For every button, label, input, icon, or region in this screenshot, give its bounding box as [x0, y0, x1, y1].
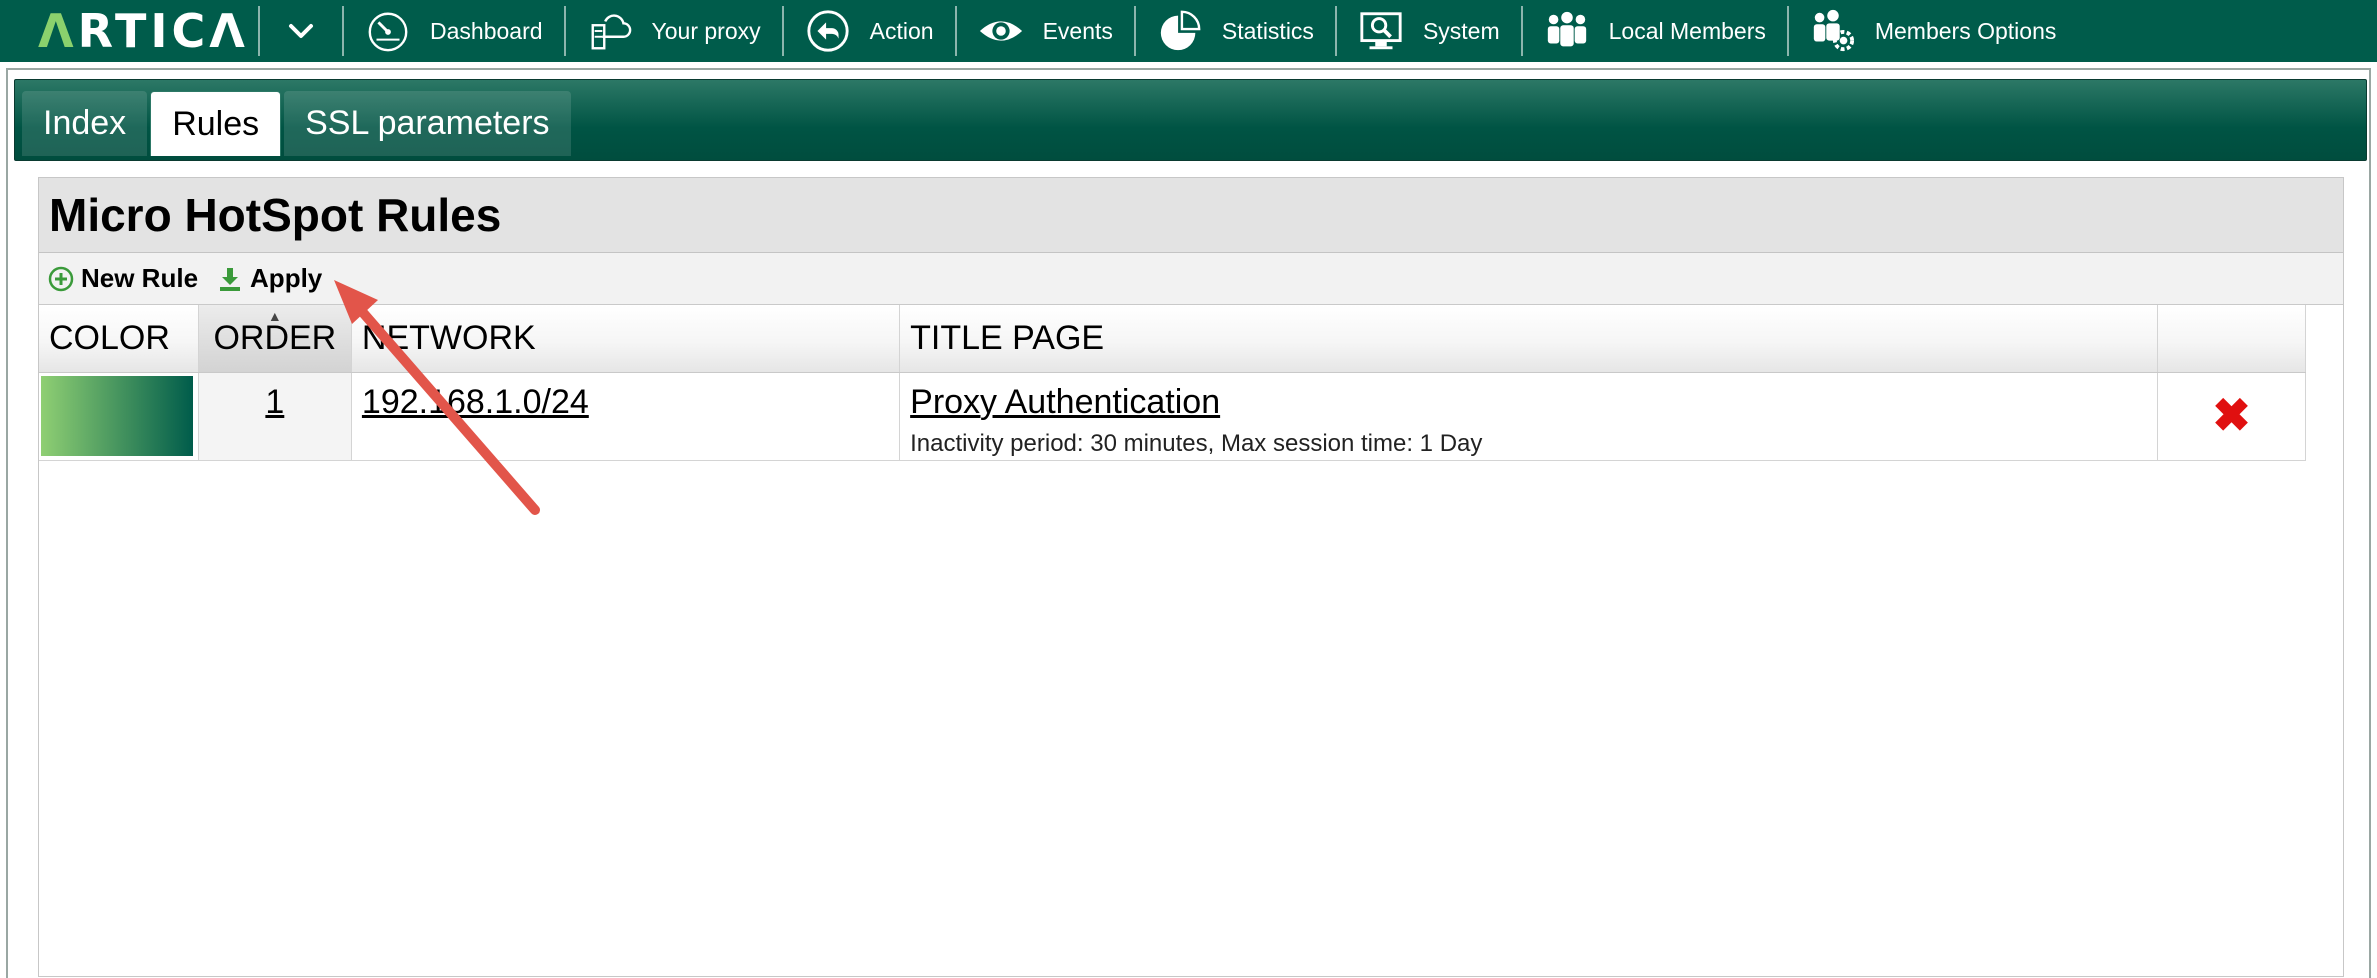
pie-chart-icon	[1156, 7, 1204, 55]
divider	[1133, 6, 1136, 56]
rules-toolbar: New Rule Apply	[39, 253, 2343, 305]
nav-members-options[interactable]: Members Options	[1789, 0, 2078, 62]
back-arrow-icon	[804, 7, 852, 55]
table-row: 1 192.168.1.0/24 Proxy Authentication In…	[39, 372, 2307, 461]
logo-text: ΛRTICΛ	[38, 4, 249, 58]
nav-your-proxy[interactable]: Your proxy	[566, 0, 782, 62]
sort-ascending-icon: ▲	[267, 308, 282, 324]
download-icon	[216, 265, 244, 293]
tab-rules[interactable]: Rules	[150, 91, 282, 156]
top-navigation-bar: ΛRTICΛ Dashboard Your proxy Action Event…	[0, 0, 2377, 62]
tab-index[interactable]: Index	[22, 91, 148, 156]
nav-system[interactable]: System	[1337, 0, 1521, 62]
tabs-bar: Index Rules SSL parameters	[14, 79, 2367, 161]
delete-x-icon[interactable]: ✖	[2212, 389, 2251, 441]
column-header-color[interactable]: COLOR	[39, 305, 199, 373]
tab-ssl-parameters[interactable]: SSL parameters	[284, 91, 571, 156]
delete-cell: ✖	[2157, 372, 2307, 461]
divider	[781, 6, 784, 56]
chevron-down-icon	[289, 24, 313, 38]
artica-logo[interactable]: ΛRTICΛ	[0, 0, 258, 62]
users-gear-icon	[1809, 7, 1857, 55]
divider	[342, 6, 344, 56]
divider	[563, 6, 566, 56]
column-header-order[interactable]: ▲ ORDER	[198, 305, 352, 373]
table-header-row: COLOR ▲ ORDER NETWORK TITLE PAGE	[39, 305, 2307, 373]
new-rule-button[interactable]: New Rule	[47, 263, 198, 294]
speedometer-icon	[364, 7, 412, 55]
divider	[954, 6, 957, 56]
divider	[258, 6, 260, 56]
page-title: Micro HotSpot Rules	[39, 178, 2343, 253]
title-page-cell: Proxy Authentication Inactivity period: …	[899, 372, 2158, 461]
users-icon	[1543, 7, 1591, 55]
monitor-search-icon	[1357, 7, 1405, 55]
add-circle-icon	[47, 265, 75, 293]
nav-dashboard[interactable]: Dashboard	[344, 0, 564, 62]
apply-button[interactable]: Apply	[216, 263, 322, 294]
rule-network-link[interactable]: 192.168.1.0/24	[362, 383, 589, 421]
divider	[1334, 6, 1337, 56]
rule-color-swatch	[41, 375, 193, 456]
eye-icon	[977, 7, 1025, 55]
order-cell: 1	[198, 372, 352, 461]
nav-events[interactable]: Events	[957, 0, 1134, 62]
network-cell: 192.168.1.0/24	[351, 372, 901, 461]
cloud-server-icon	[586, 7, 634, 55]
color-cell	[39, 372, 199, 461]
rule-order-link[interactable]: 1	[265, 383, 284, 421]
column-header-network[interactable]: NETWORK	[351, 305, 901, 373]
rules-panel: Micro HotSpot Rules New Rule Apply COLOR	[38, 177, 2344, 977]
nav-local-members[interactable]: Local Members	[1523, 0, 1787, 62]
rules-table: COLOR ▲ ORDER NETWORK TITLE PAGE 1 192.16…	[39, 305, 2307, 461]
rule-title-detail: Inactivity period: 30 minutes, Max sessi…	[910, 429, 1483, 457]
menu-dropdown-button[interactable]	[260, 0, 342, 62]
nav-statistics[interactable]: Statistics	[1136, 0, 1335, 62]
rule-title-link[interactable]: Proxy Authentication	[910, 383, 1220, 421]
nav-action[interactable]: Action	[784, 0, 955, 62]
divider	[1520, 6, 1523, 56]
column-header-actions	[2157, 305, 2307, 373]
divider	[1786, 6, 1789, 56]
column-header-title-page[interactable]: TITLE PAGE	[899, 305, 2158, 373]
